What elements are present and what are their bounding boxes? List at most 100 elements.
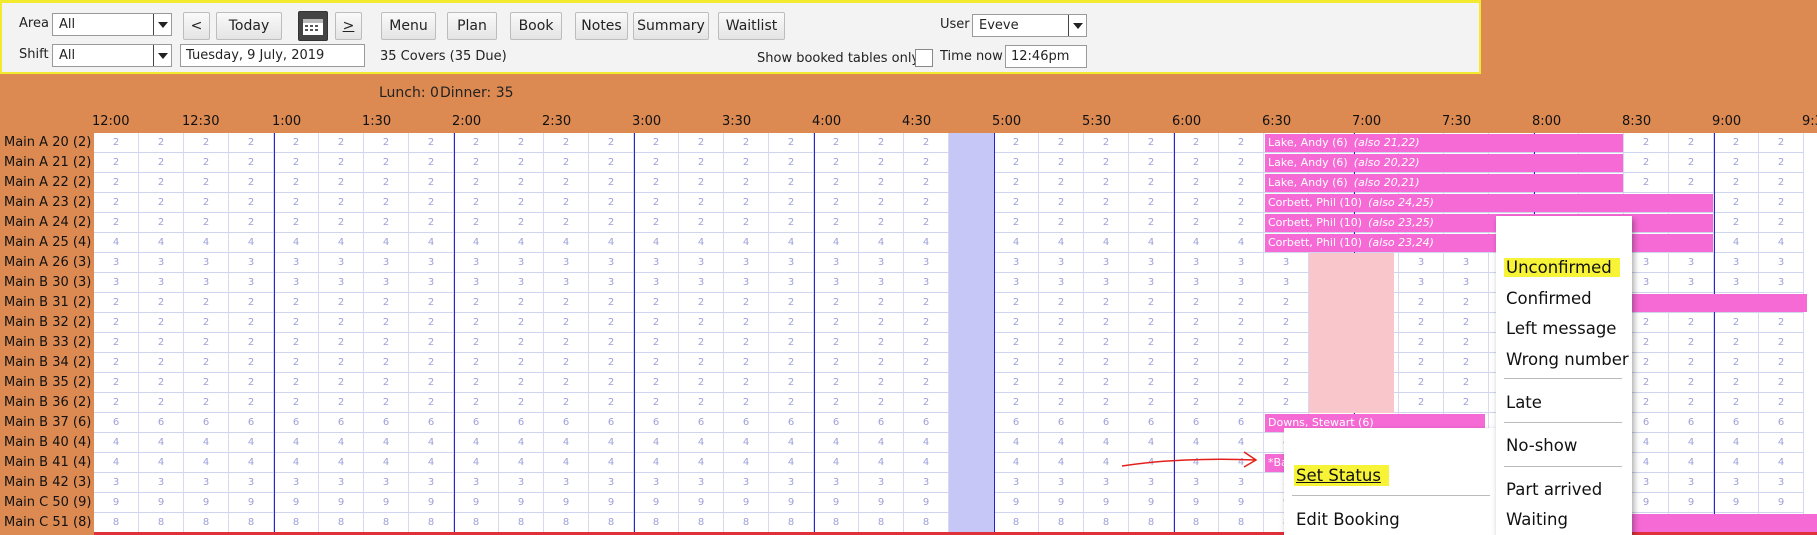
grid-cell[interactable]: 6 <box>859 413 904 433</box>
grid-cell[interactable]: 2 <box>139 153 184 173</box>
grid-cell[interactable]: 2 <box>364 153 409 173</box>
grid-cell[interactable]: 3 <box>1714 473 1759 493</box>
grid-cell[interactable]: 2 <box>589 193 634 213</box>
grid-cell[interactable]: 2 <box>1084 393 1129 413</box>
grid-cell[interactable]: 3 <box>859 253 904 273</box>
table-label[interactable]: Main B 32 (2) <box>4 313 91 333</box>
grid-cell[interactable]: 9 <box>589 493 634 513</box>
grid-cell[interactable]: 2 <box>1219 173 1264 193</box>
grid-cell[interactable]: 4 <box>319 453 364 473</box>
grid-cell[interactable]: 4 <box>139 453 184 473</box>
grid-cell[interactable]: 2 <box>1219 313 1264 333</box>
grid-cell[interactable]: 2 <box>634 293 679 313</box>
grid-cell[interactable]: 2 <box>139 213 184 233</box>
grid-cell[interactable]: 2 <box>769 173 814 193</box>
grid-cell[interactable]: 3 <box>499 253 544 273</box>
grid-cell[interactable]: 6 <box>679 413 724 433</box>
grid-cell[interactable]: 3 <box>1759 473 1804 493</box>
grid-cell[interactable]: 4 <box>499 453 544 473</box>
grid-cell[interactable]: 8 <box>499 513 544 533</box>
grid-cell[interactable]: 2 <box>1669 153 1714 173</box>
grid-cell[interactable]: 2 <box>1399 353 1444 373</box>
grid-cell[interactable]: 3 <box>724 253 769 273</box>
grid-cell[interactable]: 2 <box>904 213 949 233</box>
grid-cell[interactable]: 2 <box>274 313 319 333</box>
grid-cell[interactable]: 2 <box>589 153 634 173</box>
grid-cell[interactable]: 2 <box>679 133 724 153</box>
show-booked-checkbox[interactable] <box>915 49 933 67</box>
grid-cell[interactable]: 2 <box>454 133 499 153</box>
grid-cell[interactable]: 2 <box>1714 153 1759 173</box>
grid-cell[interactable]: 4 <box>994 453 1039 473</box>
booking-lake-21[interactable]: Lake, Andy (6) (also 20,22) <box>1265 154 1623 172</box>
grid-cell[interactable]: 2 <box>544 213 589 233</box>
grid-cell[interactable]: 3 <box>139 473 184 493</box>
grid-cell[interactable]: 3 <box>94 253 139 273</box>
grid-cell[interactable]: 2 <box>499 313 544 333</box>
grid-cell[interactable]: 2 <box>724 213 769 233</box>
table-label[interactable]: Main B 40 (4) <box>4 433 91 453</box>
grid-cell[interactable]: 3 <box>139 273 184 293</box>
table-label[interactable]: Main B 30 (3) <box>4 273 91 293</box>
grid-cell[interactable]: 8 <box>994 513 1039 533</box>
grid-cell[interactable]: 2 <box>769 213 814 233</box>
grid-cell[interactable]: 2 <box>724 193 769 213</box>
grid-cell[interactable]: 2 <box>139 393 184 413</box>
grid-cell[interactable]: 4 <box>589 453 634 473</box>
grid-cell[interactable]: 4 <box>1084 233 1129 253</box>
grid-cell[interactable]: 9 <box>274 493 319 513</box>
grid-cell[interactable]: 2 <box>1039 333 1084 353</box>
table-label[interactable]: Main A 26 (3) <box>4 253 91 273</box>
grid-cell[interactable]: 2 <box>904 313 949 333</box>
grid-cell[interactable]: 9 <box>94 493 139 513</box>
grid-cell[interactable]: 2 <box>229 313 274 333</box>
notes-button[interactable]: Notes <box>575 12 628 40</box>
grid-cell[interactable]: 4 <box>859 233 904 253</box>
today-button[interactable]: Today <box>216 12 282 40</box>
grid-cell[interactable]: 4 <box>1039 233 1084 253</box>
grid-cell[interactable]: 2 <box>904 333 949 353</box>
booking-lake-20[interactable]: Lake, Andy (6) (also 21,22) <box>1265 134 1623 152</box>
grid-cell[interactable]: 3 <box>274 273 319 293</box>
grid-cell[interactable]: 4 <box>589 433 634 453</box>
grid-cell[interactable]: 2 <box>499 293 544 313</box>
grid-cell[interactable]: 2 <box>679 293 724 313</box>
grid-cell[interactable]: 9 <box>184 493 229 513</box>
grid-cell[interactable]: 2 <box>364 293 409 313</box>
grid-cell[interactable]: 2 <box>1759 313 1804 333</box>
grid-cell[interactable]: 2 <box>1714 393 1759 413</box>
grid-cell[interactable]: 2 <box>1084 313 1129 333</box>
grid-cell[interactable]: 2 <box>859 373 904 393</box>
grid-cell[interactable]: 9 <box>1129 493 1174 513</box>
grid-cell[interactable]: 4 <box>1669 453 1714 473</box>
grid-cell[interactable]: 8 <box>184 513 229 533</box>
grid-cell[interactable]: 2 <box>994 353 1039 373</box>
grid-cell[interactable]: 2 <box>1759 393 1804 413</box>
grid-cell[interactable]: 2 <box>1174 353 1219 373</box>
grid-cell[interactable]: 2 <box>1174 373 1219 393</box>
grid-cell[interactable]: 2 <box>769 133 814 153</box>
grid-cell[interactable]: 2 <box>1444 373 1489 393</box>
grid-cell[interactable]: 6 <box>229 413 274 433</box>
grid-cell[interactable]: 2 <box>1219 153 1264 173</box>
grid-cell[interactable]: 3 <box>409 253 454 273</box>
grid-cell[interactable]: 2 <box>94 353 139 373</box>
grid-cell[interactable]: 2 <box>499 193 544 213</box>
grid-cell[interactable]: 2 <box>679 193 724 213</box>
grid-cell[interactable]: 4 <box>1669 433 1714 453</box>
grid-cell[interactable]: 4 <box>1039 433 1084 453</box>
grid-cell[interactable]: 3 <box>94 273 139 293</box>
grid-cell[interactable]: 3 <box>1759 273 1804 293</box>
grid-cell[interactable]: 3 <box>1039 273 1084 293</box>
grid-cell[interactable]: 2 <box>184 153 229 173</box>
grid-cell[interactable]: 2 <box>724 353 769 373</box>
grid-cell[interactable]: 2 <box>904 293 949 313</box>
grid-cell[interactable]: 2 <box>364 133 409 153</box>
grid-cell[interactable]: 2 <box>1129 313 1174 333</box>
grid-cell[interactable]: 2 <box>859 293 904 313</box>
grid-cell[interactable]: 4 <box>1759 433 1804 453</box>
grid-cell[interactable]: 3 <box>1714 253 1759 273</box>
grid-cell[interactable]: 2 <box>769 313 814 333</box>
grid-cell[interactable]: 2 <box>814 353 859 373</box>
grid-cell[interactable]: 6 <box>454 413 499 433</box>
